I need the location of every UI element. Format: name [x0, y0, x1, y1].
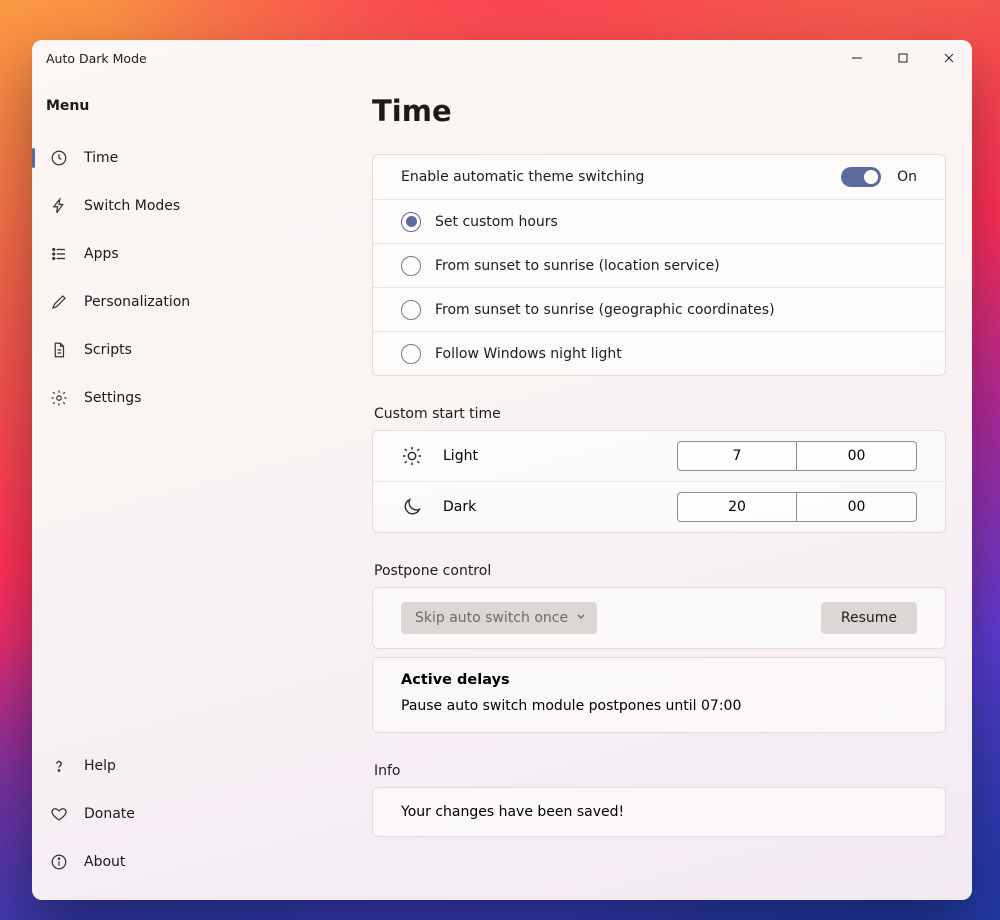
window-title: Auto Dark Mode [46, 51, 147, 66]
mode-option-custom-hours[interactable]: Set custom hours [373, 199, 945, 243]
chevron-down-icon [575, 610, 587, 626]
sidebar-item-scripts[interactable]: Scripts [38, 330, 366, 370]
sun-icon [401, 445, 423, 467]
custom-start-heading: Custom start time [374, 406, 946, 422]
info-text: Your changes have been saved! [373, 788, 945, 836]
sidebar-item-label: Donate [84, 806, 135, 822]
light-time-row: Light 7 00 [373, 431, 945, 481]
mode-option-location[interactable]: From sunset to sunrise (location service… [373, 243, 945, 287]
active-delays-heading: Active delays [401, 672, 917, 688]
resume-button-label: Resume [841, 610, 897, 626]
document-icon [50, 341, 68, 359]
sidebar-item-label: Switch Modes [84, 198, 180, 214]
gear-icon [50, 389, 68, 407]
sidebar-item-about[interactable]: About [38, 842, 366, 882]
content: Time Enable automatic theme switching On… [372, 76, 972, 900]
window-controls [834, 40, 972, 76]
skip-switch-combo-label: Skip auto switch once [415, 610, 568, 626]
info-icon [50, 853, 68, 871]
resume-button[interactable]: Resume [821, 602, 917, 634]
enable-switching-toggle[interactable] [841, 167, 881, 187]
sidebar-item-label: Personalization [84, 294, 190, 310]
light-label: Light [443, 448, 478, 464]
dark-label: Dark [443, 499, 476, 515]
help-icon [50, 757, 68, 775]
minimize-icon [851, 52, 863, 64]
sidebar-item-personalization[interactable]: Personalization [38, 282, 366, 322]
radio-icon [401, 300, 421, 320]
radio-icon [401, 344, 421, 364]
radio-icon [401, 212, 421, 232]
sidebar-item-label: Time [84, 150, 118, 166]
postpone-card: Skip auto switch once Resume [372, 587, 946, 649]
list-icon [50, 245, 68, 263]
enable-switching-toggle-wrap: On [841, 167, 917, 187]
sidebar-item-switch-modes[interactable]: Switch Modes [38, 186, 366, 226]
titlebar: Auto Dark Mode [32, 40, 972, 76]
dark-minute-input[interactable]: 00 [797, 492, 917, 522]
postpone-row: Skip auto switch once Resume [373, 588, 945, 648]
info-card: Your changes have been saved! [372, 787, 946, 837]
pen-icon [50, 293, 68, 311]
custom-start-card: Light 7 00 Dark 20 00 [372, 430, 946, 533]
enable-switching-label: Enable automatic theme switching [401, 169, 644, 185]
close-icon [943, 52, 955, 64]
mode-option-label: From sunset to sunrise (geographic coord… [435, 302, 775, 318]
close-button[interactable] [926, 40, 972, 76]
enable-switching-state: On [897, 169, 917, 185]
sidebar-item-settings[interactable]: Settings [38, 378, 366, 418]
moon-icon [401, 496, 423, 518]
light-minute-input[interactable]: 00 [797, 441, 917, 471]
sidebar-item-time[interactable]: Time [38, 138, 366, 178]
skip-switch-combo[interactable]: Skip auto switch once [401, 602, 597, 634]
maximize-icon [897, 52, 909, 64]
radio-icon [401, 256, 421, 276]
sidebar: Menu Time Switch Modes Apps Personalizat… [32, 76, 372, 900]
sidebar-heading: Menu [38, 94, 366, 134]
sidebar-item-apps[interactable]: Apps [38, 234, 366, 274]
mode-option-label: Follow Windows night light [435, 346, 622, 362]
info-heading: Info [374, 763, 946, 779]
sidebar-footer-nav: Help Donate About [38, 742, 366, 886]
bolt-icon [50, 197, 68, 215]
dark-time-row: Dark 20 00 [373, 481, 945, 532]
sidebar-item-label: Scripts [84, 342, 132, 358]
active-delays-text: Pause auto switch module postpones until… [401, 698, 917, 714]
sidebar-item-label: Help [84, 758, 116, 774]
mode-option-night-light[interactable]: Follow Windows night light [373, 331, 945, 375]
enable-switching-row: Enable automatic theme switching On [373, 155, 945, 199]
minimize-button[interactable] [834, 40, 880, 76]
mode-option-label: Set custom hours [435, 214, 558, 230]
postpone-heading: Postpone control [374, 563, 946, 579]
body: Menu Time Switch Modes Apps Personalizat… [32, 76, 972, 900]
maximize-button[interactable] [880, 40, 926, 76]
dark-hour-input[interactable]: 20 [677, 492, 797, 522]
mode-option-coordinates[interactable]: From sunset to sunrise (geographic coord… [373, 287, 945, 331]
active-delays-card: Active delays Pause auto switch module p… [372, 657, 946, 733]
sidebar-item-donate[interactable]: Donate [38, 794, 366, 834]
sidebar-nav: Time Switch Modes Apps Personalization S [38, 134, 366, 422]
light-hour-input[interactable]: 7 [677, 441, 797, 471]
sidebar-item-label: Settings [84, 390, 141, 406]
page-title: Time [372, 94, 946, 128]
sidebar-item-label: Apps [84, 246, 119, 262]
mode-card: Enable automatic theme switching On Set … [372, 154, 946, 376]
heart-icon [50, 805, 68, 823]
clock-icon [50, 149, 68, 167]
sidebar-item-label: About [84, 854, 125, 870]
sidebar-item-help[interactable]: Help [38, 746, 366, 786]
app-window: Auto Dark Mode Menu Time [32, 40, 972, 900]
mode-option-label: From sunset to sunrise (location service… [435, 258, 720, 274]
